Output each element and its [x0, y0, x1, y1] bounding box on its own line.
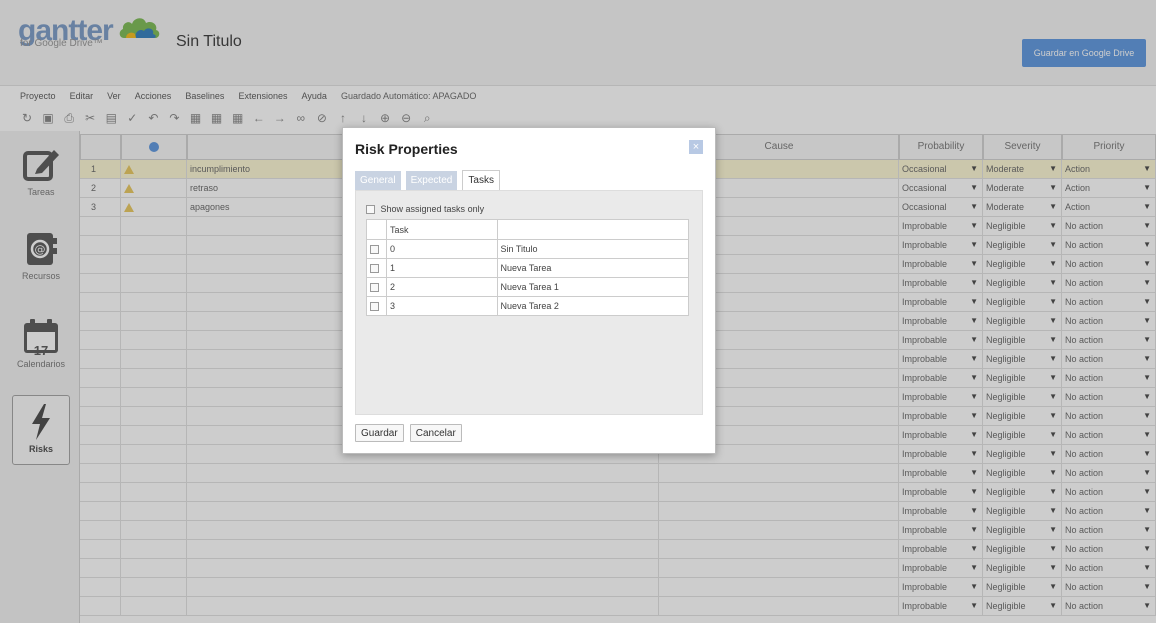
- task-checkbox[interactable]: [370, 264, 379, 274]
- tasks-tab-panel: Show assigned tasks only Task 0 Sin Titu…: [355, 190, 703, 415]
- show-assigned-label: Show assigned tasks only: [380, 204, 485, 214]
- show-assigned-checkbox[interactable]: [366, 205, 375, 215]
- task-id: 1: [386, 258, 498, 278]
- dialog-tabs: General Expected Tasks: [355, 170, 502, 191]
- task-column-header: Task: [390, 224, 409, 235]
- task-id: 2: [386, 277, 498, 297]
- task-name: Sin Titulo: [496, 239, 690, 259]
- show-assigned-checkbox-row: Show assigned tasks only: [366, 204, 485, 215]
- close-icon[interactable]: ×: [689, 140, 703, 154]
- dialog-footer: Guardar Cancelar: [355, 424, 465, 442]
- task-id: 3: [386, 296, 498, 316]
- tab-expected[interactable]: Expected: [405, 171, 458, 191]
- task-name: Nueva Tarea 2: [496, 296, 690, 316]
- table-row: 3 Nueva Tarea 2: [366, 296, 690, 316]
- risk-properties-dialog: Risk Properties × General Expected Tasks…: [342, 127, 716, 454]
- task-checkbox[interactable]: [370, 283, 379, 293]
- task-name: Nueva Tarea: [496, 258, 690, 278]
- tab-tasks[interactable]: Tasks: [462, 170, 500, 190]
- task-id: 0: [386, 239, 498, 259]
- task-checkbox[interactable]: [370, 302, 379, 312]
- cancel-button[interactable]: Cancelar: [409, 424, 462, 442]
- save-button[interactable]: Guardar: [355, 424, 404, 442]
- tasks-table: Task 0 Sin Titulo 1 Nueva Tarea 2 Nueva …: [366, 219, 690, 316]
- table-row: 1 Nueva Tarea: [366, 258, 690, 278]
- tasks-table-header: Task: [366, 219, 690, 240]
- task-name: Nueva Tarea 1: [496, 277, 690, 297]
- table-row: 2 Nueva Tarea 1: [366, 277, 690, 297]
- table-row: 0 Sin Titulo: [366, 239, 690, 259]
- tab-general[interactable]: General: [355, 171, 401, 191]
- dialog-title: Risk Properties: [355, 141, 458, 157]
- task-checkbox[interactable]: [370, 245, 379, 255]
